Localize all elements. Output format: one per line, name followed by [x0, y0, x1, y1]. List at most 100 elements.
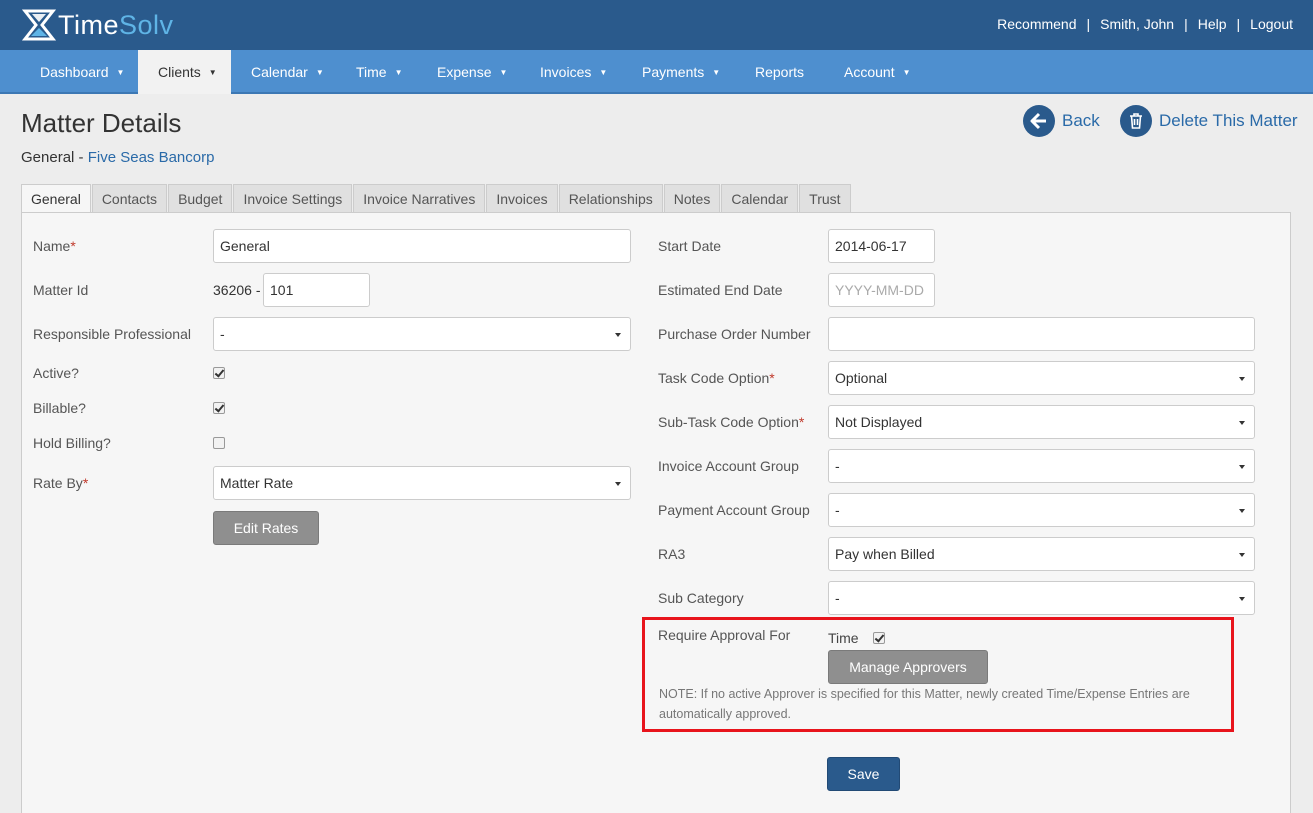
estimated-end-date-input[interactable]: YYYY-MM-DD — [828, 273, 935, 307]
matter-id-label: Matter Id — [33, 282, 89, 298]
invoice-account-group-select[interactable]: - — [828, 449, 1255, 483]
nav-account-label: Account — [844, 64, 895, 80]
tab-relationships[interactable]: Relationships — [558, 184, 663, 213]
save-button[interactable]: Save — [827, 757, 900, 791]
task-code-option-label: Task Code Option* — [658, 370, 775, 386]
approval-note: NOTE: If no active Approver is specified… — [659, 687, 1190, 721]
nav-clients[interactable]: Clients ▼ — [138, 50, 231, 94]
caret-down-icon: ▼ — [599, 68, 608, 77]
client-link[interactable]: Five Seas Bancorp — [88, 149, 215, 166]
logo-solv: Solv — [119, 9, 174, 40]
payment-account-group-label: Payment Account Group — [658, 502, 810, 518]
matter-id-prefix: 36206 - — [213, 282, 261, 298]
back-label: Back — [1062, 111, 1100, 130]
edit-rates-button[interactable]: Edit Rates — [213, 511, 319, 545]
active-checkbox[interactable] — [213, 367, 225, 379]
billable-label: Billable? — [33, 400, 86, 416]
name-label-text: Name — [33, 238, 71, 254]
nav-dashboard-label: Dashboard — [40, 64, 109, 80]
tab-calendar[interactable]: Calendar — [721, 184, 799, 213]
nav-time[interactable]: Time ▼ — [356, 50, 403, 94]
ra3-select[interactable]: Pay when Billed — [828, 537, 1255, 571]
delete-matter-button[interactable]: Delete This Matter — [1120, 105, 1298, 137]
matter-id-input[interactable]: 101 — [263, 273, 370, 307]
help-link[interactable]: Help — [1198, 16, 1227, 32]
logout-link[interactable]: Logout — [1250, 16, 1293, 32]
main-nav: Dashboard ▼ Clients ▼ Calendar ▼ Time ▼ Expe… — [0, 50, 1313, 94]
tab-contacts[interactable]: Contacts — [91, 184, 168, 213]
nav-reports[interactable]: Reports — [755, 50, 804, 94]
caret-down-icon: ▼ — [394, 68, 403, 77]
required-marker: * — [82, 475, 89, 491]
caret-down-icon: ▼ — [116, 68, 125, 77]
tab-invoice-narratives[interactable]: Invoice Narratives — [353, 184, 486, 213]
nav-dashboard[interactable]: Dashboard ▼ — [40, 50, 124, 94]
arrow-left-icon — [1023, 105, 1055, 137]
approval-time-checkbox[interactable] — [873, 632, 885, 644]
logo-time: Time — [58, 9, 119, 40]
tab-invoices[interactable]: Invoices — [486, 184, 558, 213]
approval-time-label: Time — [828, 630, 859, 646]
manage-approvers-button[interactable]: Manage Approvers — [828, 650, 988, 684]
require-approval-label: Require Approval For — [658, 627, 791, 643]
tab-general[interactable]: General — [21, 184, 91, 214]
start-date-label: Start Date — [658, 238, 722, 254]
hold-billing-checkbox[interactable] — [213, 437, 225, 449]
user-menu-link[interactable]: Smith, John — [1100, 16, 1174, 32]
top-header: TimeSolv Recommend | Smith, John | Help … — [0, 0, 1313, 50]
nav-calendar[interactable]: Calendar ▼ — [251, 50, 324, 94]
header-links: Recommend | Smith, John | Help | Logout — [997, 16, 1293, 32]
header-separator: | — [1236, 16, 1241, 32]
rate-by-label: Rate By* — [33, 475, 88, 491]
task-code-option-select[interactable]: Optional — [828, 361, 1255, 395]
page-title: Matter Details — [21, 108, 182, 138]
trash-icon — [1120, 105, 1152, 137]
sub-task-code-option-label-text: Sub-Task Code Option — [658, 414, 799, 430]
tab-budget[interactable]: Budget — [168, 184, 233, 213]
timesolv-logo[interactable]: TimeSolv — [22, 8, 174, 42]
sub-task-code-option-label: Sub-Task Code Option* — [658, 414, 804, 430]
required-marker: * — [769, 370, 775, 386]
billable-checkbox[interactable] — [213, 402, 225, 414]
nav-invoices-label: Invoices — [540, 64, 592, 80]
name-input[interactable]: General — [213, 229, 631, 263]
nav-payments[interactable]: Payments ▼ — [642, 50, 720, 94]
tab-notes[interactable]: Notes — [663, 184, 721, 213]
matter-tabs: General Contacts Budget Invoice Settings… — [21, 184, 852, 214]
payment-account-group-select[interactable]: - — [828, 493, 1255, 527]
caret-down-icon: ▼ — [712, 68, 721, 77]
estimated-end-date-label: Estimated End Date — [658, 282, 783, 298]
responsible-professional-label: Responsible Professional — [33, 326, 191, 342]
purchase-order-label: Purchase Order Number — [658, 326, 811, 342]
required-marker: * — [70, 238, 76, 254]
nav-calendar-label: Calendar — [251, 64, 308, 80]
task-code-option-label-text: Task Code Option — [658, 370, 770, 386]
nav-clients-label: Clients — [158, 64, 201, 80]
caret-down-icon: ▼ — [902, 68, 911, 77]
sub-task-code-option-select[interactable]: Not Displayed — [828, 405, 1255, 439]
hourglass-logo-icon — [22, 9, 56, 41]
purchase-order-input[interactable] — [828, 317, 1255, 351]
matter-subtitle: General - Five Seas Bancorp — [21, 149, 214, 166]
hold-billing-label: Hold Billing? — [33, 435, 111, 451]
invoice-account-group-label: Invoice Account Group — [658, 458, 799, 474]
rate-by-select[interactable]: Matter Rate — [213, 466, 631, 500]
logo-wordmark: TimeSolv — [58, 10, 174, 41]
nav-time-label: Time — [356, 64, 387, 80]
responsible-professional-select[interactable]: - — [213, 317, 631, 351]
nav-payments-label: Payments — [642, 64, 705, 80]
sub-category-select[interactable]: - — [828, 581, 1255, 615]
back-button[interactable]: Back — [1023, 105, 1100, 137]
recommend-link[interactable]: Recommend — [997, 16, 1076, 32]
nav-expense-label: Expense — [437, 64, 492, 80]
ra3-label: RA3 — [658, 546, 686, 562]
tab-invoice-settings[interactable]: Invoice Settings — [233, 184, 353, 213]
nav-account[interactable]: Account ▼ — [844, 50, 911, 94]
start-date-input[interactable]: 2014-06-17 — [828, 229, 935, 263]
sub-category-label: Sub Category — [658, 590, 744, 606]
tab-trust[interactable]: Trust — [799, 184, 851, 213]
nav-invoices[interactable]: Invoices ▼ — [540, 50, 607, 94]
name-label: Name* — [33, 238, 76, 254]
caret-down-icon: ▼ — [208, 68, 217, 77]
nav-expense[interactable]: Expense ▼ — [437, 50, 507, 94]
